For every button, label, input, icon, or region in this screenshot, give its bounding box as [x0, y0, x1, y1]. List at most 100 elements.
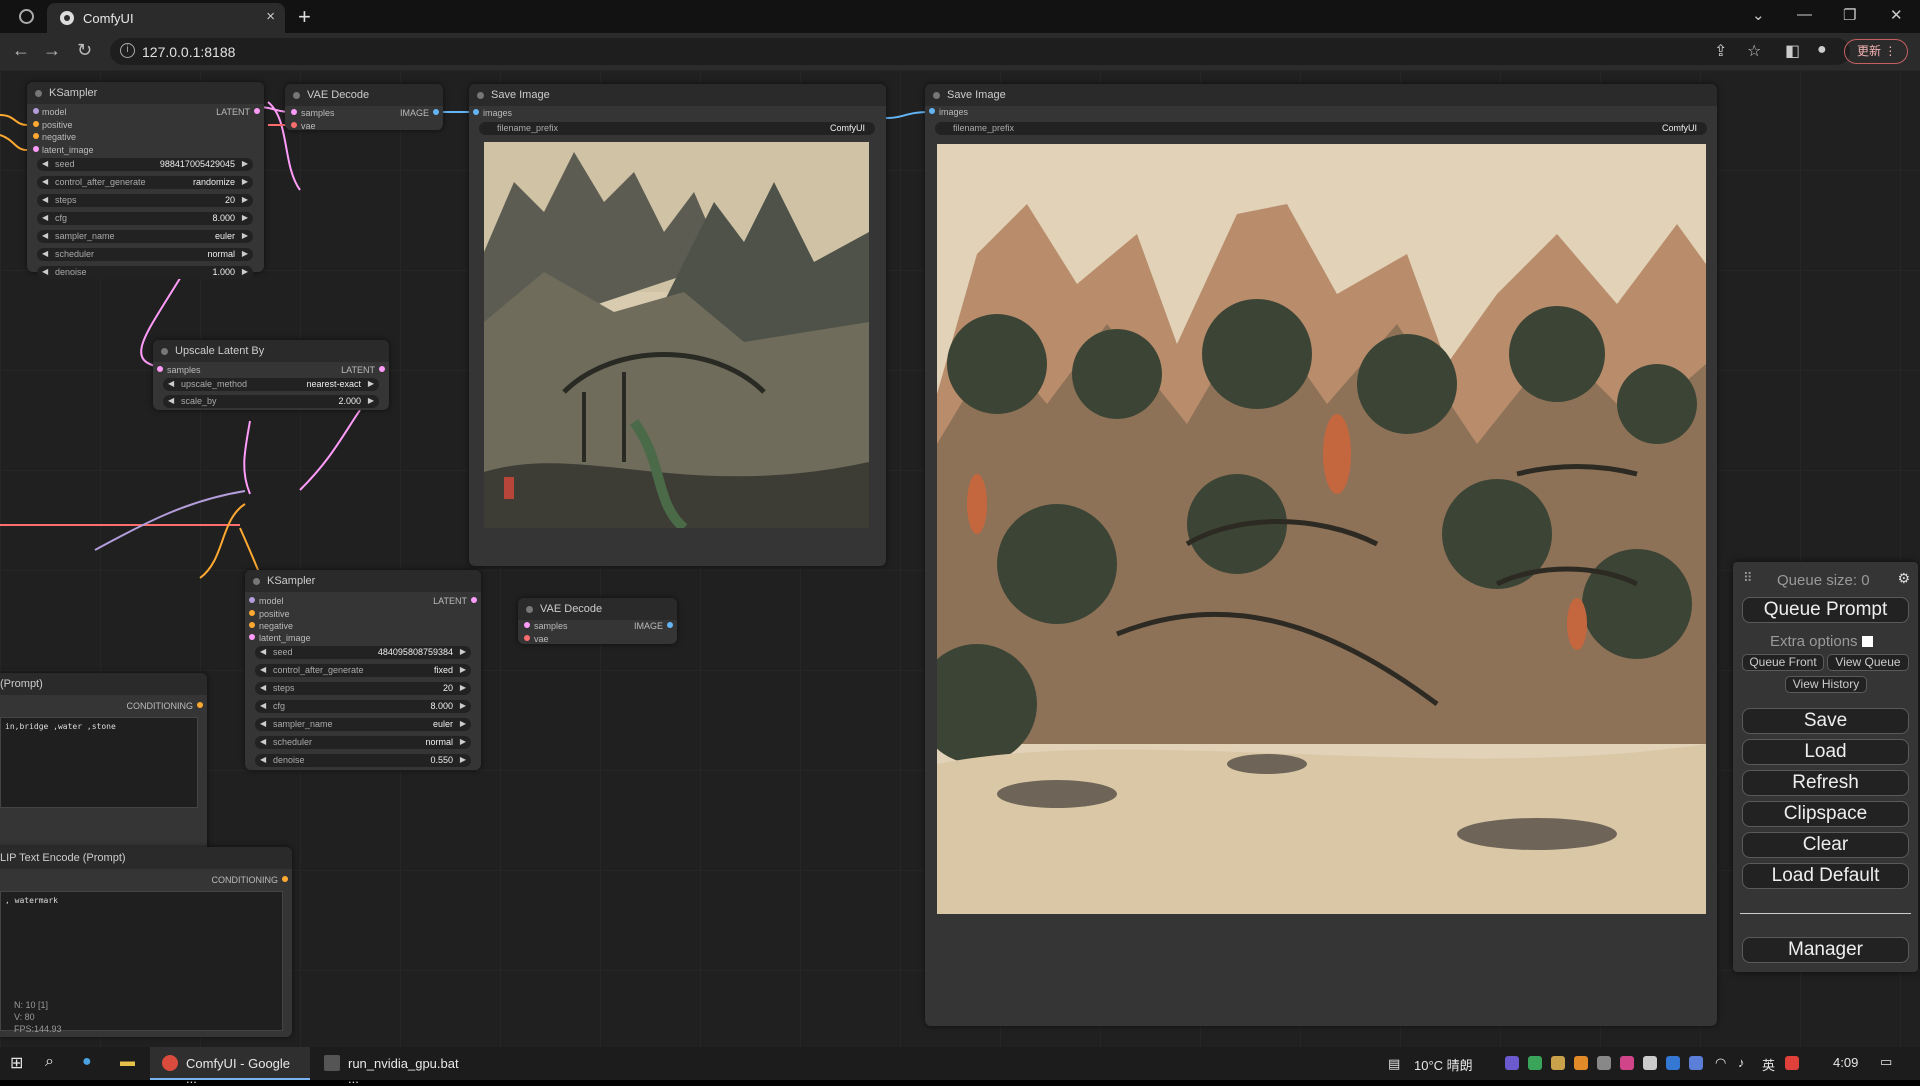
security-shield-icon[interactable]: [1689, 1056, 1703, 1070]
widget-seed[interactable]: ◀ seed 484095808759384 ▶: [255, 646, 471, 659]
input-slot-samples[interactable]: [291, 109, 297, 115]
extra-options-toggle[interactable]: Extra options: [1770, 633, 1873, 650]
input-slot-model[interactable]: [249, 597, 255, 603]
prompt-textarea[interactable]: in,bridge ,water ,stone: [0, 717, 198, 808]
search-icon[interactable]: ⌕: [45, 1053, 54, 1071]
edge-browser-icon[interactable]: ●: [82, 1053, 92, 1071]
preview-image-2[interactable]: [937, 144, 1706, 914]
side-panel-icon[interactable]: ◧: [1785, 41, 1800, 61]
ime-indicator[interactable]: 英: [1762, 1055, 1775, 1074]
widget-scale-by[interactable]: ◀ scale_by 2.000 ▶: [163, 395, 379, 408]
input-slot-latent-image[interactable]: [249, 634, 255, 640]
widget-denoise[interactable]: ◀ denoise 1.000 ▶: [37, 266, 253, 279]
collapse-dot-icon[interactable]: [477, 92, 484, 99]
tray-app-icon[interactable]: [1643, 1056, 1657, 1070]
collapse-dot-icon[interactable]: [253, 578, 260, 585]
profile-avatar-icon[interactable]: ●: [1817, 41, 1827, 59]
collapse-dot-icon[interactable]: [161, 348, 168, 355]
output-slot-latent[interactable]: [254, 108, 260, 114]
widget-control-after-generate[interactable]: ◀ control_after_generate fixed ▶: [255, 664, 471, 677]
preview-image-1[interactable]: [484, 142, 869, 528]
back-arrow-icon[interactable]: ←: [12, 40, 30, 61]
collapse-dot-icon[interactable]: [35, 90, 42, 97]
close-window-button[interactable]: ✕: [1890, 6, 1903, 24]
tray-app-icon[interactable]: [1574, 1056, 1588, 1070]
address-bar[interactable]: i 127.0.0.1:8188: [110, 38, 1850, 65]
volume-icon[interactable]: ♪: [1738, 1055, 1745, 1070]
extra-options-checkbox[interactable]: [1861, 636, 1873, 647]
input-slot-vae[interactable]: [291, 122, 297, 128]
widget-sampler-name[interactable]: ◀ sampler_name euler ▶: [255, 718, 471, 731]
input-slot-positive[interactable]: [249, 610, 255, 616]
view-queue-button[interactable]: View Queue: [1827, 654, 1909, 671]
input-slot-samples[interactable]: [524, 622, 530, 628]
widget-cfg[interactable]: ◀ cfg 8.000 ▶: [37, 212, 253, 225]
bluetooth-icon[interactable]: [1666, 1056, 1680, 1070]
tray-app-icon[interactable]: [1785, 1056, 1799, 1070]
collapse-dot-icon[interactable]: [526, 606, 533, 613]
input-slot-images[interactable]: [473, 109, 479, 115]
drag-handle-icon[interactable]: ⠿: [1743, 570, 1753, 586]
input-slot-latent-image[interactable]: [33, 146, 39, 152]
taskbar-app-chrome[interactable]: ComfyUI - Google ...: [150, 1047, 310, 1086]
queue-front-button[interactable]: Queue Front: [1742, 654, 1824, 671]
node-graph-canvas[interactable]: KSampler model positive negative latent_…: [0, 70, 1920, 1047]
update-button[interactable]: 更新 ⋮: [1844, 39, 1908, 64]
bookmark-star-icon[interactable]: ☆: [1747, 41, 1761, 61]
tray-app-icon[interactable]: [1528, 1056, 1542, 1070]
site-info-icon[interactable]: i: [120, 43, 135, 58]
output-slot-conditioning[interactable]: [197, 702, 203, 708]
file-explorer-icon[interactable]: ▬: [120, 1053, 135, 1070]
save-image-node-2[interactable]: Save Image images filename_prefix ComfyUI: [925, 84, 1717, 1026]
input-slot-positive[interactable]: [33, 121, 39, 127]
collapse-dot-icon[interactable]: [293, 92, 300, 99]
output-slot-image[interactable]: [667, 622, 673, 628]
input-slot-negative[interactable]: [249, 622, 255, 628]
widget-filename-prefix[interactable]: filename_prefix ComfyUI: [479, 122, 875, 135]
ksampler-node-1[interactable]: KSampler model positive negative latent_…: [27, 82, 264, 279]
output-slot-image[interactable]: [433, 109, 439, 115]
widget-cfg[interactable]: ◀ cfg 8.000 ▶: [255, 700, 471, 713]
manager-button[interactable]: Manager: [1742, 937, 1909, 963]
browser-menu-icon[interactable]: [19, 9, 34, 24]
collapse-dot-icon[interactable]: [933, 92, 940, 99]
clipspace-button[interactable]: Clipspace: [1742, 801, 1909, 827]
output-slot-conditioning[interactable]: [282, 876, 288, 882]
tray-app-icon[interactable]: [1620, 1056, 1634, 1070]
prompt-textarea[interactable]: , watermark: [0, 891, 283, 1031]
tab-close-icon[interactable]: ×: [266, 8, 275, 25]
input-slot-samples[interactable]: [157, 366, 163, 372]
new-tab-icon[interactable]: +: [298, 4, 311, 30]
wifi-icon[interactable]: ◠: [1715, 1055, 1726, 1071]
tray-app-icon[interactable]: [1505, 1056, 1519, 1070]
vae-decode-node-1[interactable]: VAE Decode samples vae IMAGE: [285, 84, 443, 131]
load-button[interactable]: Load: [1742, 739, 1909, 765]
reload-icon[interactable]: ↻: [77, 40, 92, 61]
refresh-button[interactable]: Refresh: [1742, 770, 1909, 796]
widget-control-after-generate[interactable]: ◀ control_after_generate randomize ▶: [37, 176, 253, 189]
tray-app-icon[interactable]: [1551, 1056, 1565, 1070]
input-slot-negative[interactable]: [33, 133, 39, 139]
tab-search-chevron-icon[interactable]: ⌄: [1752, 6, 1765, 24]
ksampler-node-2[interactable]: KSampler model positive negative latent_…: [245, 570, 481, 770]
widget-filename-prefix[interactable]: filename_prefix ComfyUI: [935, 122, 1707, 135]
taskbar-app-terminal[interactable]: run_nvidia_gpu.bat ...: [312, 1047, 472, 1086]
minimize-window-button[interactable]: —: [1797, 6, 1812, 23]
settings-gear-icon[interactable]: ⚙: [1897, 570, 1910, 587]
save-image-node-1[interactable]: Save Image images filename_prefix ComfyUI: [469, 84, 886, 566]
upscale-latent-node[interactable]: Upscale Latent By samples LATENT ◀ upscal…: [153, 340, 389, 410]
widget-seed[interactable]: ◀ seed 988417005429045 ▶: [37, 158, 253, 171]
notification-center-icon[interactable]: ▭: [1880, 1054, 1892, 1070]
widget-steps[interactable]: ◀ steps 20 ▶: [37, 194, 253, 207]
vae-decode-node-2[interactable]: VAE Decode samples vae IMAGE: [518, 598, 677, 644]
widget-sampler-name[interactable]: ◀ sampler_name euler ▶: [37, 230, 253, 243]
tray-app-icon[interactable]: [1597, 1056, 1611, 1070]
save-button[interactable]: Save: [1742, 708, 1909, 734]
output-slot-latent[interactable]: [471, 597, 477, 603]
input-slot-images[interactable]: [929, 108, 935, 114]
queue-prompt-button[interactable]: Queue Prompt: [1742, 597, 1909, 623]
load-default-button[interactable]: Load Default: [1742, 863, 1909, 889]
share-icon[interactable]: ⇪: [1714, 41, 1727, 61]
widget-denoise[interactable]: ◀ denoise 0.550 ▶: [255, 754, 471, 767]
restore-window-button[interactable]: ❐: [1843, 6, 1856, 24]
